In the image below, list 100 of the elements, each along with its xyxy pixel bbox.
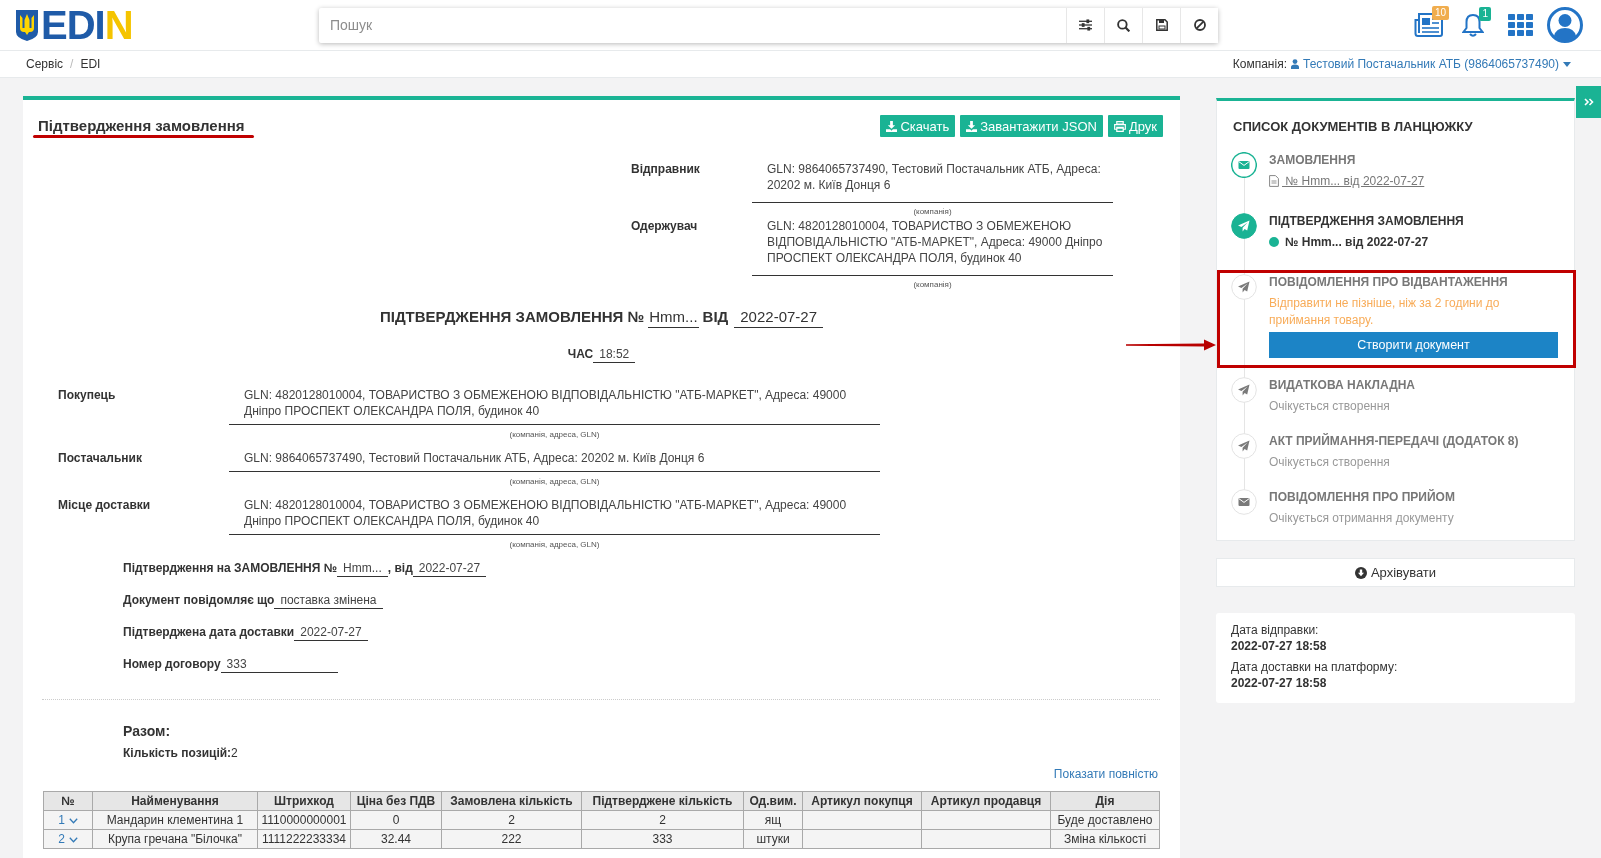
column-header: Дія: [1050, 791, 1160, 811]
party-label: Відправник: [631, 161, 701, 178]
field-label: Документ повідомляє що: [123, 592, 275, 608]
party-value: GLN: 4820128010004, ТОВАРИСТВО З ОБМЕЖЕНОЮ ВІДПОВІДАЛЬНІСТЮ "АТБ-МАРКЕТ", Адреса: 49000 Дніпро ПРОСПЕКТ ОЛЕКСАНДРА ПОЛЯ, будинок 40: [229, 387, 880, 425]
search-button[interactable]: [1104, 7, 1142, 43]
save-icon: [1155, 19, 1168, 31]
party-value: GLN: 4820128010004, ТОВАРИСТВО З ОБМЕЖЕНОЮ ВІДПОВІДАЛЬНІСТЮ "АТБ-МАРКЕТ", Адреса: 49000 Дніпро ПРОСПЕКТ ОЛЕКСАНДРА ПОЛЯ, будинок 40: [752, 218, 1113, 276]
save-button[interactable]: [1142, 7, 1180, 43]
column-header: Артикул продавця: [921, 791, 1051, 811]
document-status: Очікується створення: [1269, 398, 1390, 414]
download-button[interactable]: Завантажити JSON: [960, 115, 1103, 137]
column-header: №: [43, 791, 93, 811]
caret-down-icon: [1563, 61, 1571, 67]
search-bar[interactable]: Пошук: [319, 7, 1218, 43]
fill-in-line: 2022-07-27: [734, 307, 823, 328]
print-button[interactable]: Друк: [1107, 115, 1163, 137]
download-icon: [886, 120, 898, 132]
date-label: Дата відправки:: [1231, 622, 1320, 638]
filter-button[interactable]: [1066, 7, 1104, 43]
column-header: Підтверджене кількість: [581, 791, 744, 811]
fill-in-line: 18:52: [593, 346, 636, 363]
create-document-button[interactable]: Створити документ: [1269, 332, 1558, 358]
fill-in-line: поставка змінена: [274, 592, 383, 609]
document-type: ПОВІДОМЛЕННЯ ПРО ПРИЙОМ: [1269, 489, 1456, 505]
user-icon: [1291, 59, 1299, 69]
printer-icon: [1113, 120, 1126, 132]
apps-grid-icon[interactable]: [1508, 14, 1533, 36]
document-status: Очікується отримання документу: [1269, 510, 1454, 526]
arrow-circle-down-icon: [1354, 566, 1367, 579]
chevron-down-icon[interactable]: [68, 817, 78, 824]
field-label: Підтверджена дата доставки: [123, 624, 295, 640]
column-header: Од.вим.: [743, 791, 803, 811]
positions-count: Кількість позицій:2: [123, 745, 239, 761]
party-label: Місце доставки: [58, 497, 152, 514]
fill-in-line: Hmm...: [648, 307, 699, 328]
double-chevron-icon: [1583, 98, 1594, 106]
page-title: Підтвердження замовлення: [38, 116, 245, 136]
document-type: ПІДТВЕРДЖЕННЯ ЗАМОВЛЕННЯ: [1269, 213, 1465, 229]
document-type: ВИДАТКОВА НАКЛАДНА: [1269, 377, 1417, 393]
field-label: ЧАС: [567, 346, 594, 362]
field-label: Підтвердження на ЗАМОВЛЕННЯ №: [123, 560, 338, 576]
fill-in-line: Hmm...: [337, 560, 388, 577]
document-type: ПОВІДОМЛЕННЯ ПРО ВІДВАНТАЖЕННЯ: [1269, 274, 1509, 290]
status-dot: [1269, 237, 1279, 247]
company-link[interactable]: Тестовий Постачальник АТБ (9864065737490): [1303, 57, 1571, 71]
notification-badge: 1: [1479, 7, 1491, 21]
fill-in-line: 333: [220, 656, 338, 673]
party-value: GLN: 9864065737490, Тестовий Постачальник АТБ, Адреса: 20202 м. Київ Донця 6: [752, 161, 1113, 203]
column-header: Ціна без ПДВ: [350, 791, 442, 811]
field-label: , від: [387, 560, 413, 576]
panel-title: СПИСОК ДОКУМЕНТІВ В ЛАНЦЮЖКУ: [1232, 118, 1474, 136]
document-heading: ВІД: [702, 307, 729, 327]
download-button[interactable]: Скачать: [880, 115, 956, 137]
field-caption: (компанія): [912, 279, 953, 291]
column-header: Найменування: [92, 791, 258, 811]
column-header: Артикул покупця: [802, 791, 922, 811]
date-value: 2022-07-27 18:58: [1231, 675, 1328, 691]
field-caption: (компанія, адреса, GLN): [508, 429, 601, 441]
party-value: GLN: 9864065737490, Тестовий Постачальник АТБ, Адреса: 20202 м. Київ Донця 6: [229, 450, 880, 472]
fill-in-line: 2022-07-27: [294, 624, 368, 641]
download-icon: [966, 120, 978, 132]
row-number: 2: [58, 832, 65, 846]
search-icon: [1117, 18, 1130, 32]
document-link[interactable]: № Hmm... від 2022-07-27: [1269, 173, 1425, 189]
notification-badge: 10: [1431, 6, 1449, 20]
clear-button[interactable]: [1180, 7, 1218, 43]
bell-icon[interactable]: [1462, 13, 1484, 37]
party-label: Одержувач: [631, 218, 699, 235]
logo-text: EDIN: [41, 5, 133, 45]
fill-in-line: 2022-07-27: [412, 560, 487, 577]
file-icon: [1269, 175, 1279, 187]
company-label: Компанія:: [1232, 57, 1287, 71]
column-header: Замовлена кількість: [441, 791, 582, 811]
date-value: 2022-07-27 18:58: [1231, 638, 1328, 654]
document-type: АКТ ПРИЙМАННЯ-ПЕРЕДАЧІ (ДОДАТОК 8): [1269, 433, 1520, 449]
show-all-link[interactable]: Показати повністю: [1053, 766, 1158, 782]
date-label: Дата доставки на платформу:: [1231, 659, 1399, 675]
document-number: № Hmm... від 2022-07-27: [1285, 234, 1429, 250]
field-caption: (компанія): [912, 206, 953, 218]
deadline-note: Відправити не пізніше, ніж за 2 години до приймання товару.: [1269, 295, 1501, 329]
document-status: Очікується створення: [1269, 454, 1390, 470]
sliders-icon: [1079, 19, 1092, 31]
breadcrumb-link[interactable]: Сервіс: [26, 57, 64, 71]
totals-title: Разом:: [123, 722, 172, 740]
shield-icon: [16, 9, 38, 41]
document-heading: ПІДТВЕРДЖЕННЯ ЗАМОВЛЕННЯ №: [380, 307, 645, 327]
party-label: Покупець: [58, 387, 117, 404]
breadcrumb-link[interactable]: EDI: [80, 57, 101, 71]
chevron-down-icon[interactable]: [68, 836, 78, 843]
archive-button[interactable]: Архівувати: [1216, 558, 1575, 587]
column-header: Штрихкод: [257, 791, 351, 811]
search-field[interactable]: Пошук: [319, 7, 1066, 43]
party-label: Постачальник: [58, 450, 143, 467]
field-label: Номер договору: [123, 656, 221, 672]
row-number: 1: [58, 813, 65, 827]
document-type: ЗАМОВЛЕННЯ: [1269, 152, 1357, 168]
party-value: GLN: 4820128010004, ТОВАРИСТВО З ОБМЕЖЕНОЮ ВІДПОВІДАЛЬНІСТЮ "АТБ-МАРКЕТ", Адреса: 49000 Дніпро ПРОСПЕКТ ОЛЕКСАНДРА ПОЛЯ, будинок 40: [229, 497, 880, 535]
field-caption: (компанія, адреса, GLN): [508, 539, 601, 551]
ban-icon: [1193, 19, 1206, 31]
avatar-icon[interactable]: [1547, 7, 1583, 43]
